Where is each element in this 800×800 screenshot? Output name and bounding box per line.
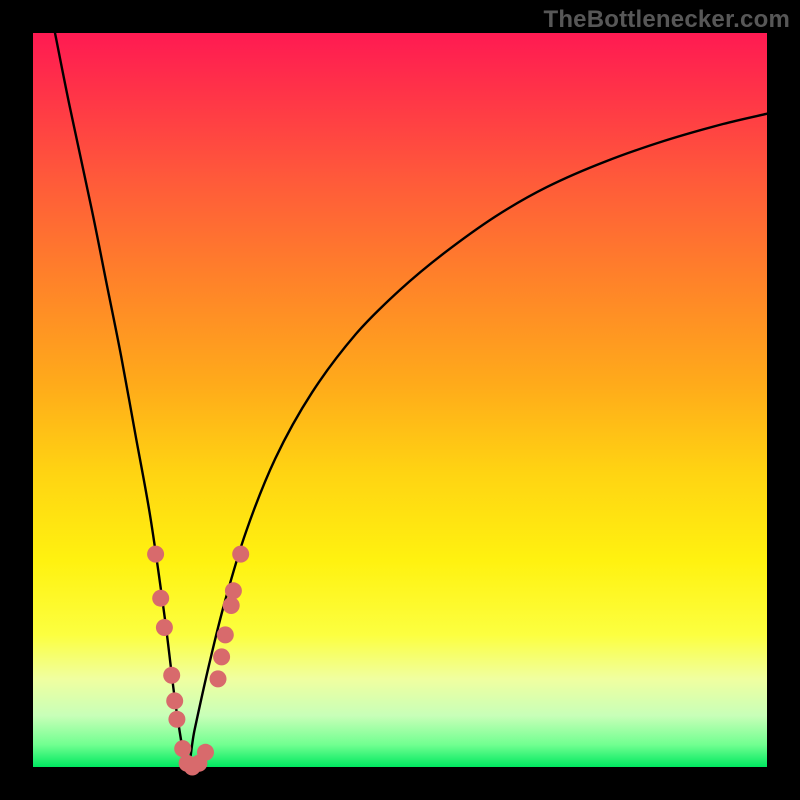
bottleneck-curve [55, 33, 767, 767]
marker-dot [152, 590, 169, 607]
marker-dot [213, 648, 230, 665]
marker-dot [174, 740, 191, 757]
marker-dot [210, 670, 227, 687]
marker-dot [156, 619, 173, 636]
marker-dot [147, 546, 164, 563]
marker-dot [217, 626, 234, 643]
marker-dot [223, 597, 240, 614]
marker-dot [232, 546, 249, 563]
marker-dot [163, 667, 180, 684]
marker-dot [166, 692, 183, 709]
plot-area [33, 33, 767, 767]
marker-group [147, 546, 249, 776]
attribution-label: TheBottlenecker.com [543, 6, 790, 34]
bottleneck-chart-svg [33, 33, 767, 767]
marker-dot [168, 711, 185, 728]
marker-dot [225, 582, 242, 599]
marker-dot [197, 744, 214, 761]
